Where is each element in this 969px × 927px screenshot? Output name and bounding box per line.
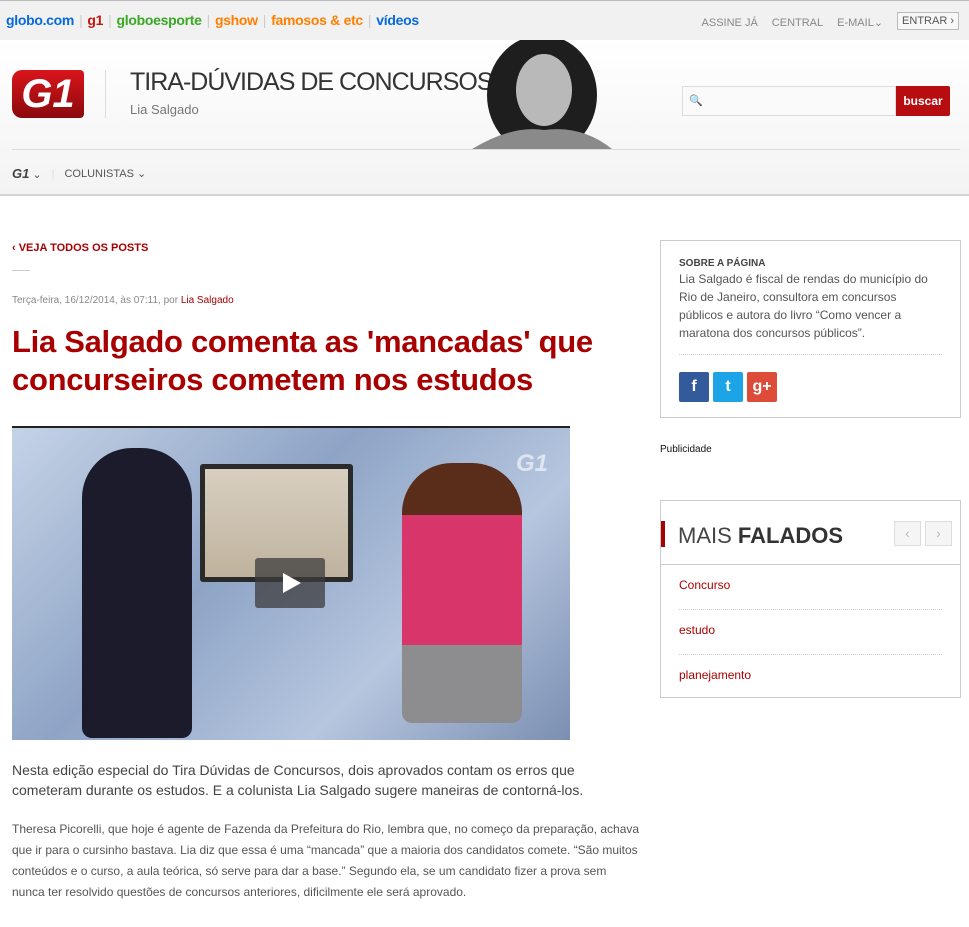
brand-link[interactable]: famosos & etc [271, 12, 363, 28]
ad-label: Publicidade [660, 444, 712, 455]
columnists-label: COLUNISTAS [64, 168, 134, 180]
brand-link[interactable]: gshow [215, 12, 258, 28]
user-links: ASSINE JÁ CENTRAL E-MAIL⌄ ENTRAR › [702, 12, 959, 30]
title-light: MAIS [678, 523, 738, 548]
divider: | [108, 12, 112, 28]
search-form: 🔍 buscar [682, 86, 950, 116]
facebook-icon[interactable]: f [679, 372, 709, 402]
divider [105, 70, 106, 118]
video-watermark: G1 [515, 450, 548, 477]
brand-link[interactable]: g1 [87, 12, 103, 28]
brand-link[interactable]: globo.com [6, 12, 74, 28]
login-button[interactable]: ENTRAR › [897, 12, 959, 30]
about-text: Lia Salgado é fiscal de rendas do municí… [679, 272, 928, 340]
author-portrait [452, 40, 612, 149]
divider [679, 354, 942, 355]
divider: | [262, 12, 267, 28]
divider [12, 149, 960, 150]
article-body: Theresa Picorelli, que hoje é agente de … [12, 822, 640, 899]
brand-links: globo.com | g1 | globoesporte | gshow | famosos … [6, 12, 419, 28]
topic-link[interactable]: Concurso [679, 565, 942, 610]
google-plus-icon[interactable]: g+ [747, 372, 777, 402]
g1-menu[interactable]: G1 ⌄ [12, 166, 42, 181]
divider: | [51, 167, 55, 180]
most-talked-box: MAIS FALADOS ‹ › Concurso estudo planeja… [660, 500, 961, 698]
most-talked-title: MAIS FALADOS [678, 523, 843, 549]
article-title: Lia Salgado comenta as 'mancadas' que co… [12, 324, 593, 397]
chevron-right-icon[interactable]: › [925, 521, 952, 546]
divider: | [206, 12, 211, 28]
video-scene-person [82, 448, 192, 738]
about-box: SOBRE A PÁGINA Lia Salgado é fiscal de r… [660, 240, 961, 418]
author-link[interactable]: Lia Salgado [181, 295, 234, 306]
email-link[interactable]: E-MAIL⌄ [837, 16, 883, 29]
divider: | [79, 12, 83, 28]
divider: | [367, 12, 372, 28]
title-bold: FALADOS [737, 523, 844, 548]
article-lead: Nesta edição especial do Tira Dúvidas de… [12, 762, 584, 798]
chevron-down-icon: ⌄ [32, 169, 42, 181]
central-link[interactable]: CENTRAL [772, 17, 823, 29]
email-label: E-MAIL [837, 17, 874, 29]
play-icon[interactable] [255, 558, 325, 608]
g1-menu-label: G1 [12, 166, 30, 181]
brand-link[interactable]: globoesporte [117, 12, 202, 28]
twitter-icon[interactable]: t [713, 372, 743, 402]
accent-bar [661, 521, 665, 547]
g1-logo[interactable]: G1 [12, 70, 84, 118]
section-nav: G1 ⌄ | COLUNISTAS ⌄ [12, 166, 146, 181]
search-input[interactable] [682, 86, 896, 116]
global-topbar: globo.com | g1 | globoesporte | gshow | famosos … [0, 0, 969, 40]
columnists-menu[interactable]: COLUNISTAS ⌄ [64, 167, 146, 180]
column-title[interactable]: TIRA-DÚVIDAS DE CONCURSOS [130, 68, 494, 97]
search-button[interactable]: buscar [896, 86, 950, 116]
divider [12, 270, 30, 271]
video-player[interactable]: G1 [12, 426, 570, 740]
chevron-down-icon: ⌄ [873, 17, 884, 29]
post-date: Terça-feira, 16/12/2014, às 07:11, por [12, 295, 179, 306]
subscribe-link[interactable]: ASSINE JÁ [702, 17, 758, 29]
search-icon: 🔍 [689, 95, 703, 107]
post-meta: Terça-feira, 16/12/2014, às 07:11, por L… [12, 295, 234, 306]
chevron-down-icon: ⌄ [137, 168, 147, 180]
column-author: Lia Salgado [130, 102, 199, 117]
column-header: G1 TIRA-DÚVIDAS DE CONCURSOS Lia Salgado… [0, 40, 969, 196]
chevron-left-icon[interactable]: ‹ [894, 521, 921, 546]
video-scene-person [402, 463, 522, 723]
topic-link[interactable]: planejamento [679, 655, 942, 700]
brand-link[interactable]: vídeos [376, 12, 419, 28]
about-title: SOBRE A PÁGINA [679, 258, 766, 269]
topic-link[interactable]: estudo [679, 610, 942, 655]
all-posts-link[interactable]: ‹ VEJA TODOS OS POSTS [12, 242, 148, 254]
